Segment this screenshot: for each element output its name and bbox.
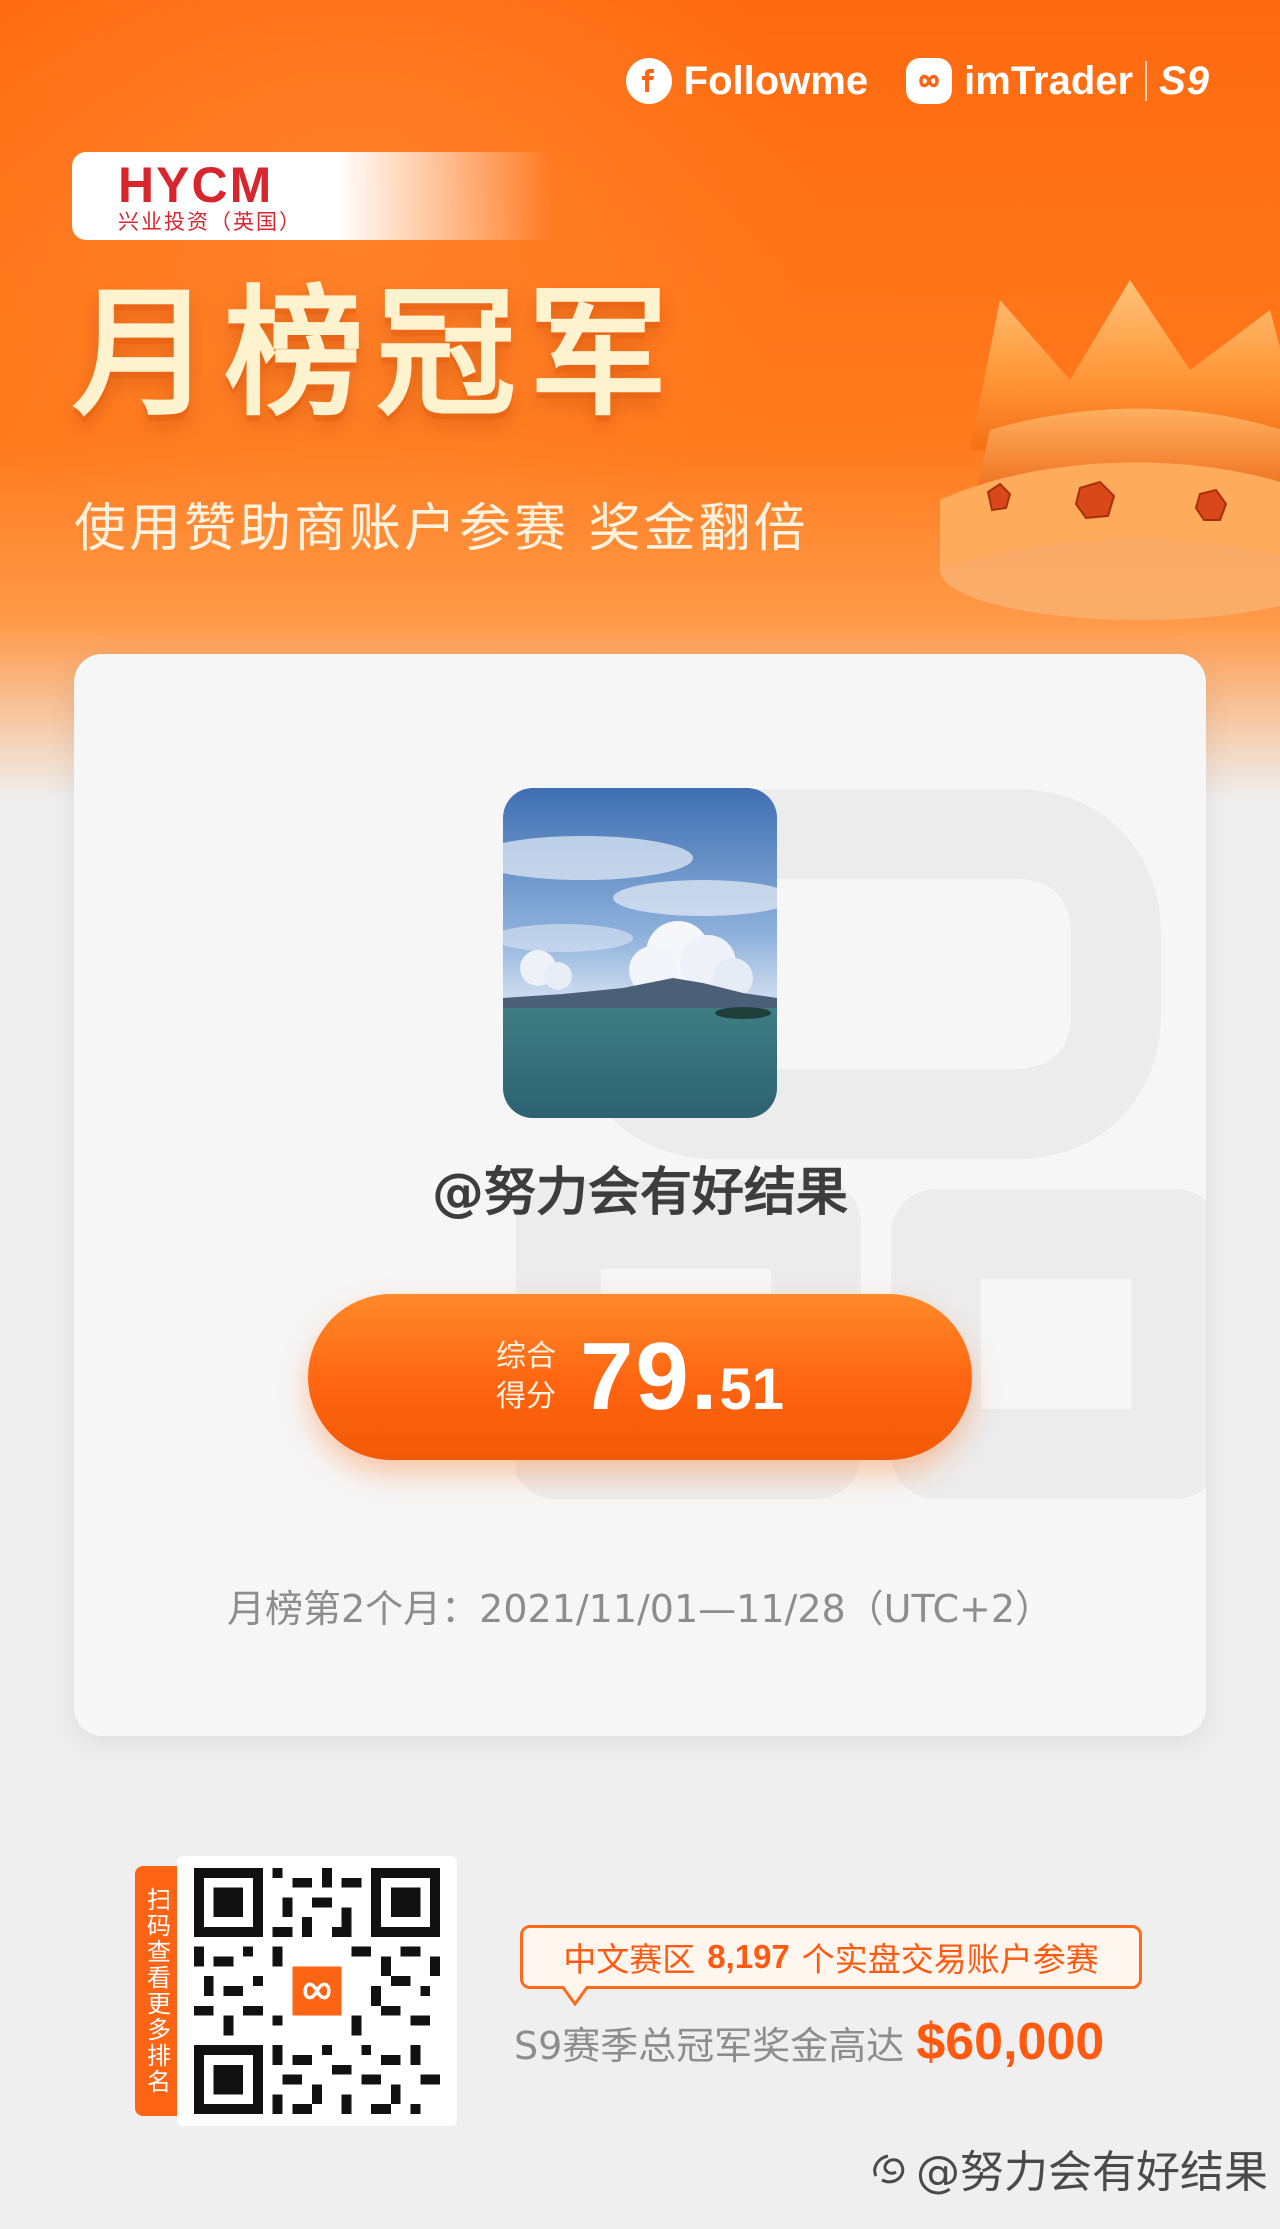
- participants-suffix: 个实盘交易账户参赛: [801, 1940, 1099, 1979]
- score-label-line2: 得分: [496, 1379, 557, 1414]
- followme-logo-icon: [625, 58, 672, 104]
- prize-amount: $60,000: [916, 2013, 1105, 2071]
- footer-watermark-text: @努力会有好结果: [916, 2147, 1268, 2198]
- participants-callout: 中文赛区 8,197 个实盘交易账户参赛: [520, 1925, 1142, 1989]
- champion-card: @努力会有好结果 综合 得分 79.51 月榜第2个月：2021/11/01—1…: [74, 654, 1206, 1736]
- page-title: 月榜冠军: [72, 273, 681, 436]
- qr-code[interactable]: [177, 1856, 457, 2126]
- score-value: 79.51: [580, 1322, 784, 1432]
- score-label: 综合 得分: [496, 1337, 556, 1417]
- score-label-line1: 综合: [496, 1339, 557, 1374]
- imtrader-brand-label: imTrader: [964, 58, 1134, 103]
- participants-count: 8,197: [707, 1938, 790, 1975]
- season-label: S9: [1159, 58, 1210, 103]
- score-badge: 综合 得分 79.51: [308, 1294, 972, 1460]
- crown-icon: [940, 280, 1280, 620]
- page-subtitle: 使用赞助商账户参赛 奖金翻倍: [74, 499, 809, 559]
- imtrader-logo-icon: [906, 58, 953, 104]
- score-decimal: 51: [719, 1357, 784, 1422]
- brand-divider: [1145, 61, 1148, 101]
- qr-code-image: [194, 1868, 440, 2114]
- prize-text: S9赛季总冠军奖金高达: [514, 2024, 905, 2068]
- username: @努力会有好结果: [431, 1163, 848, 1223]
- score-integer: 79.: [580, 1323, 720, 1430]
- weibo-watermark-icon: [873, 2154, 905, 2184]
- qr-tab-label: 扫码查看更多排名: [135, 1866, 177, 2116]
- sponsor-logo-subtext: 兴业投资（英国）: [118, 210, 302, 234]
- footer-watermark: @努力会有好结果: [868, 2136, 1268, 2200]
- sponsor-logo-text: HYCM: [118, 157, 274, 213]
- followme-brand: Followme: [625, 58, 869, 104]
- callout-tail-icon: [560, 1986, 590, 2006]
- brand-bar: Followme imTrader S9: [625, 58, 1210, 104]
- participants-prefix: 中文赛区: [563, 1940, 696, 1979]
- period-text: 月榜第2个月：2021/11/01—11/28（UTC+2）: [226, 1587, 1054, 1631]
- followme-brand-label: Followme: [683, 58, 869, 103]
- imtrader-brand: imTrader S9: [906, 58, 1210, 104]
- sponsor-logo: HYCM 兴业投资（英国）: [72, 152, 552, 240]
- prize-line: S9赛季总冠军奖金高达 $60,000: [514, 2012, 1104, 2076]
- user-avatar[interactable]: [503, 788, 777, 1118]
